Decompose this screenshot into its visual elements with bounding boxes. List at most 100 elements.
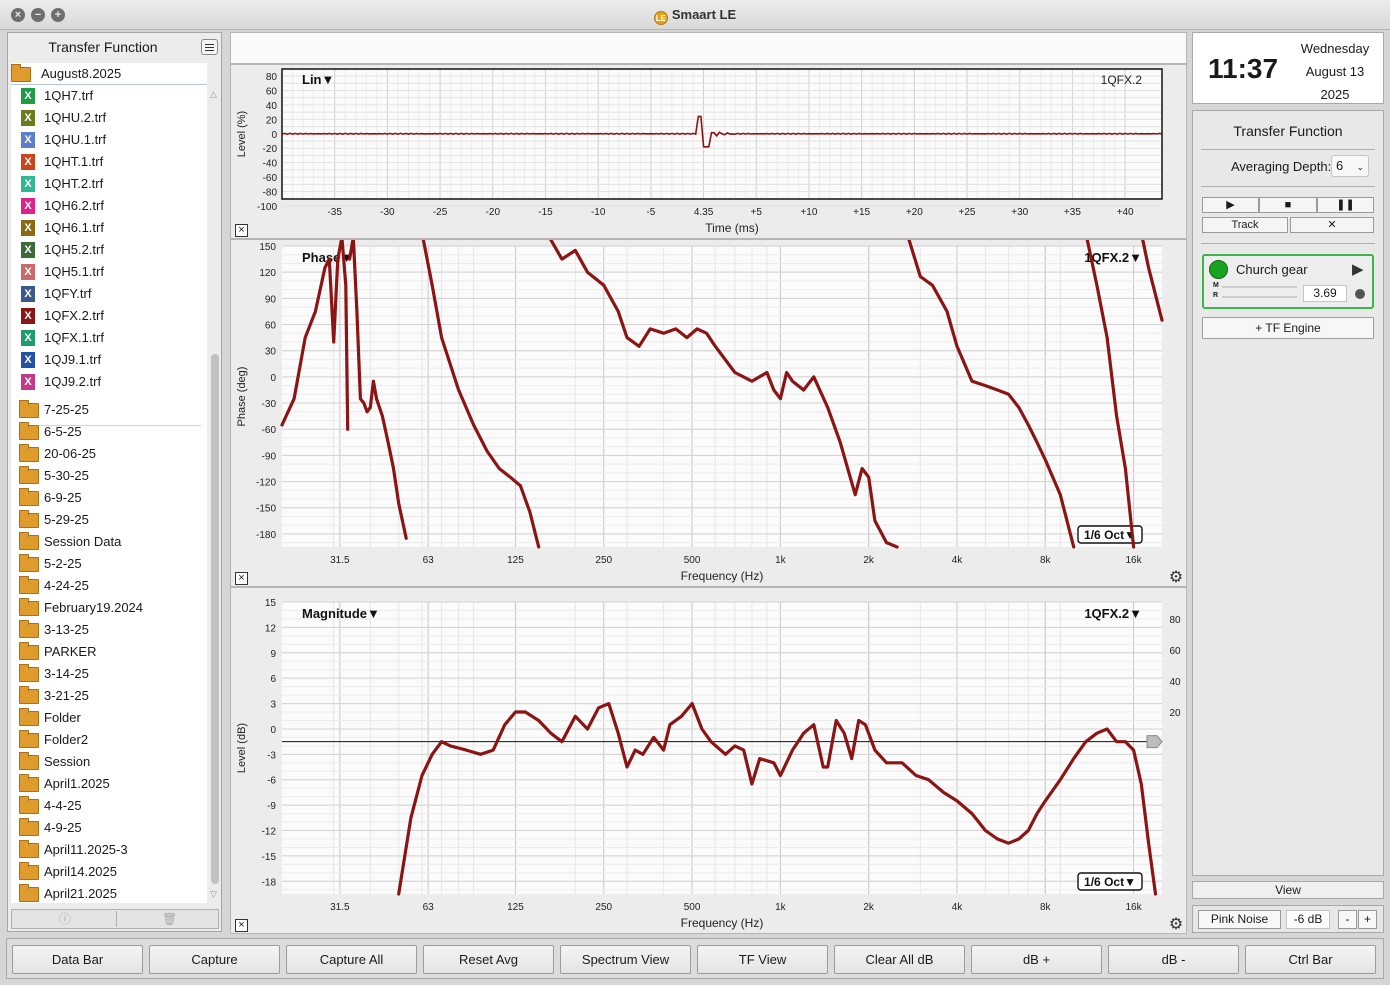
capture-all-button[interactable]: Capture All [286, 945, 417, 974]
close-magnitude-icon[interactable]: × [235, 919, 248, 932]
reset-avg-button[interactable]: Reset Avg [423, 945, 554, 974]
list-item[interactable]: X 1QHU.1.trf [11, 129, 207, 151]
trash-icon[interactable]: 🗑 [162, 912, 177, 926]
list-item[interactable]: 4-4-25 [11, 795, 207, 817]
list-item[interactable]: April1.2025 [11, 773, 207, 795]
averaging-depth-value: 6 [1336, 158, 1344, 173]
impulse-response-panel[interactable]: 80 60 40 20 0 -20 -40 -60 -80 -100 -35 -30 -25 -20 -15… [230, 64, 1187, 239]
list-item[interactable]: 5-30-25 [11, 465, 207, 487]
list-item[interactable]: 4-9-25 [11, 817, 207, 839]
engine-tools-button[interactable]: ✕ [1290, 217, 1374, 233]
list-item[interactable]: 6-9-25 [11, 487, 207, 509]
view-button[interactable]: View [1192, 881, 1384, 899]
phase-panel[interactable]: 150 120 90 60 30 0 -30 -60 -90 -120 -150 -180 31.5 63… [230, 239, 1187, 587]
list-item[interactable]: X 1QH6.1.trf [11, 217, 207, 239]
list-item[interactable]: April21.2025 [11, 883, 207, 903]
data-bar-button[interactable]: Data Bar [12, 945, 143, 974]
engine-value: 3.69 [1303, 285, 1347, 302]
scroll-down-icon[interactable]: ▽ [210, 889, 217, 900]
list-item[interactable]: August8.2025 [11, 63, 207, 85]
list-item[interactable]: Session [11, 751, 207, 773]
list-item-label: August8.2025 [41, 66, 122, 81]
y-tick-label: -90 [262, 451, 277, 462]
list-item[interactable]: 4-24-25 [11, 575, 207, 597]
list-item[interactable]: X 1QJ9.2.trf [11, 371, 207, 393]
engine-status-led-icon[interactable] [1209, 260, 1228, 279]
list-item[interactable]: 3-14-25 [11, 663, 207, 685]
list-item[interactable]: X 1QFX.1.trf [11, 327, 207, 349]
db-minus-button[interactable]: dB - [1108, 945, 1239, 974]
list-item[interactable]: X 1QHT.2.trf [11, 173, 207, 195]
magnitude-panel[interactable]: 15 12 9 6 3 0 -3 -6 -9 -12 -15 -18 31.5 63 125 250 500 1k… [230, 587, 1187, 934]
magnitude-settings-gear-icon[interactable]: ⚙ [1168, 917, 1184, 933]
magnitude-graph[interactable]: 15129630-3-6-9-12-15-1831.5 63 125 250 500 1k… [231, 588, 1188, 935]
list-item[interactable]: 6-5-25 [11, 421, 207, 443]
close-impulse-icon[interactable]: × [235, 224, 248, 237]
list-item[interactable]: X 1QHT.1.trf [11, 151, 207, 173]
list-item[interactable]: 5-2-25 [11, 553, 207, 575]
list-item[interactable]: X 1QFY.trf [11, 283, 207, 305]
list-item-label: Folder [44, 710, 81, 725]
play-button[interactable]: ▶ [1202, 197, 1259, 213]
x-tick-label: -35 [327, 207, 342, 218]
trf-file-icon: X [21, 242, 35, 258]
spectrum-view-button[interactable]: Spectrum View [560, 945, 691, 974]
track-button[interactable]: Track [1202, 217, 1288, 233]
pause-button[interactable]: ❚❚ [1317, 197, 1374, 213]
list-item[interactable]: 7-25-25 [11, 399, 207, 421]
list-item[interactable]: X 1QH7.trf [11, 85, 207, 107]
list-item[interactable]: X 1QH6.2.trf [11, 195, 207, 217]
noise-minus-button[interactable]: - [1338, 910, 1357, 929]
list-item[interactable]: February19.2024 [11, 597, 207, 619]
right-tick-label: 80 [1169, 615, 1181, 626]
tf-view-button[interactable]: TF View [697, 945, 828, 974]
clear-all-db-button[interactable]: Clear All dB [834, 945, 965, 974]
list-item[interactable]: X 1QH5.1.trf [11, 261, 207, 283]
file-browser-menu-button[interactable] [201, 39, 218, 55]
list-item[interactable]: Session Data [11, 531, 207, 553]
list-item[interactable]: 3-21-25 [11, 685, 207, 707]
x-tick-label: 250 [595, 902, 612, 913]
window-title-text: Smaart LE [671, 7, 737, 22]
stop-button[interactable]: ■ [1259, 197, 1317, 213]
averaging-depth-select[interactable]: 6 ⌄ [1331, 155, 1369, 177]
impulse-graph[interactable]: 80 60 40 20 0 -20 -40 -60 -80 -100 -35 -30 -25 -20 -15… [231, 65, 1188, 240]
scroll-up-icon[interactable]: △ [210, 89, 217, 100]
list-item[interactable]: 20-06-25 [11, 443, 207, 465]
close-phase-icon[interactable]: × [235, 572, 248, 585]
list-item[interactable]: 5-29-25 [11, 509, 207, 531]
list-item[interactable]: 3-13-25 [11, 619, 207, 641]
add-tf-engine-button[interactable]: + TF Engine [1202, 317, 1374, 339]
list-item[interactable]: April11.2025-3 [11, 839, 207, 861]
stop-icon: ■ [1284, 199, 1292, 211]
pink-noise-button[interactable]: Pink Noise [1198, 910, 1281, 929]
list-item[interactable]: X 1QHU.2.trf [11, 107, 207, 129]
y-tick-label: -80 [263, 188, 278, 199]
y-tick-label: 9 [270, 649, 276, 660]
scroll-thumb[interactable] [211, 354, 219, 884]
tf-engine-card[interactable]: Church gear ▶ M R 3.69 [1202, 254, 1374, 309]
x-tick-label: 125 [507, 555, 524, 566]
list-item[interactable]: X 1QFX.2.trf [11, 305, 207, 327]
ctrl-bar-button[interactable]: Ctrl Bar [1245, 945, 1376, 974]
engine-record-icon[interactable] [1355, 289, 1365, 299]
phase-settings-gear-icon[interactable]: ⚙ [1168, 570, 1184, 586]
phase-graph[interactable]: 150 120 90 60 30 0 -30 -60 -90 -120 -150 -180 31.5 63… [231, 240, 1188, 588]
noise-plus-button[interactable]: + [1358, 910, 1377, 929]
folder-icon [19, 554, 39, 572]
x-tick-label: +5 [751, 207, 763, 218]
y-tick-label: 120 [259, 268, 276, 279]
info-icon[interactable]: ⓘ [58, 912, 72, 926]
file-list-scrollbar[interactable]: △ ▽ [209, 89, 221, 901]
db-plus-button[interactable]: dB + [971, 945, 1102, 974]
list-item[interactable]: X 1QJ9.1.trf [11, 349, 207, 371]
list-item[interactable]: PARKER [11, 641, 207, 663]
list-item[interactable]: April14.2025 [11, 861, 207, 883]
capture-button[interactable]: Capture [149, 945, 280, 974]
list-item[interactable]: Folder2 [11, 729, 207, 751]
engine-play-icon[interactable]: ▶ [1352, 260, 1364, 278]
list-item-label: 1QHU.2.trf [44, 110, 107, 125]
list-item[interactable]: X 1QH5.2.trf [11, 239, 207, 261]
list-item[interactable]: Folder [11, 707, 207, 729]
folder-icon [19, 532, 39, 550]
